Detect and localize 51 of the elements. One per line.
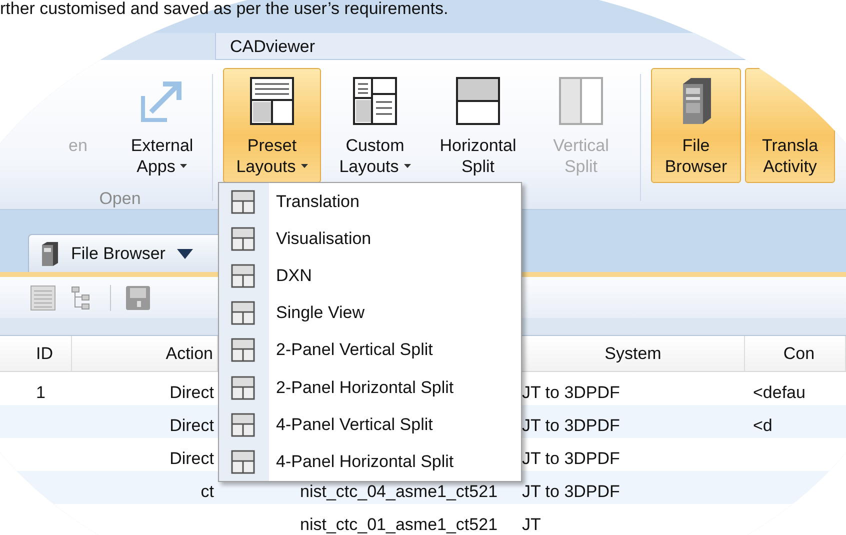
table-cell: Direct [170,383,214,403]
layout-icon [231,338,255,362]
ribbon-button[interactable]: Transla Activity [745,68,835,183]
split-icon [455,76,501,126]
table-cell: JT to 3DPDF [522,482,620,502]
table-cell: <d [753,416,772,436]
menu-item[interactable]: 4-Panel Horizontal Split [219,443,521,480]
layout-icon [231,376,255,400]
caret-icon [300,164,308,169]
column-header[interactable]: ID [36,344,53,364]
table-cell: 1 [36,383,46,403]
server-icon [39,240,59,266]
column-header[interactable]: System [604,344,662,364]
split-icon [558,76,604,126]
layout-icon [352,76,398,126]
table-cell: JT to 3DPDF [522,383,620,403]
ribbon-button[interactable]: Horizontal Split [429,68,527,183]
save-icon[interactable] [125,284,151,310]
layout-icon [231,226,255,251]
ribbon-button[interactable]: File Browser [651,68,741,183]
ribbon-button[interactable]: External Apps [122,68,202,183]
caret-icon [177,248,194,258]
layout-icon [231,190,255,214]
group-label: Open [99,189,141,209]
table-cell: Direct [170,449,214,469]
menu-item[interactable]: 4-Panel Vertical Split [219,406,521,444]
layout-icon [231,264,255,288]
table-cell: <defau [753,383,806,403]
caret-icon [180,164,188,169]
list-icon[interactable] [30,284,56,310]
menu-item[interactable]: 2-Panel Vertical Split [219,332,521,369]
table-cell: nist_ctc_04_asme1_ct521 [300,482,498,502]
document-text: rther customised and saved as per the user’s requirements. [0,0,450,18]
table-cell: Direct [170,416,214,436]
table-cell: JT to 3DPDF [522,449,620,469]
column-header[interactable]: Action [166,344,213,364]
column-header[interactable]: Con [783,344,815,364]
ribbon-button[interactable]: Custom Layouts [326,68,424,183]
table-cell: nist_ctc_01_asme1_ct521 [300,515,498,535]
table-cell: JT to 3DPDF [522,416,620,436]
table-cell: JT [522,515,541,535]
caret-icon [404,164,411,169]
layout-icon [231,412,255,437]
menu-item[interactable]: 2-Panel Horizontal Split [219,368,521,406]
layout-icon [231,301,255,326]
layout-icon [249,76,295,126]
menu-item[interactable]: Single View [219,294,521,332]
ribbon-button[interactable]: Preset Layouts [223,68,321,183]
layout-icon [231,450,255,474]
menu-item[interactable]: Translation [219,183,521,220]
table-cell: ct [200,482,214,502]
